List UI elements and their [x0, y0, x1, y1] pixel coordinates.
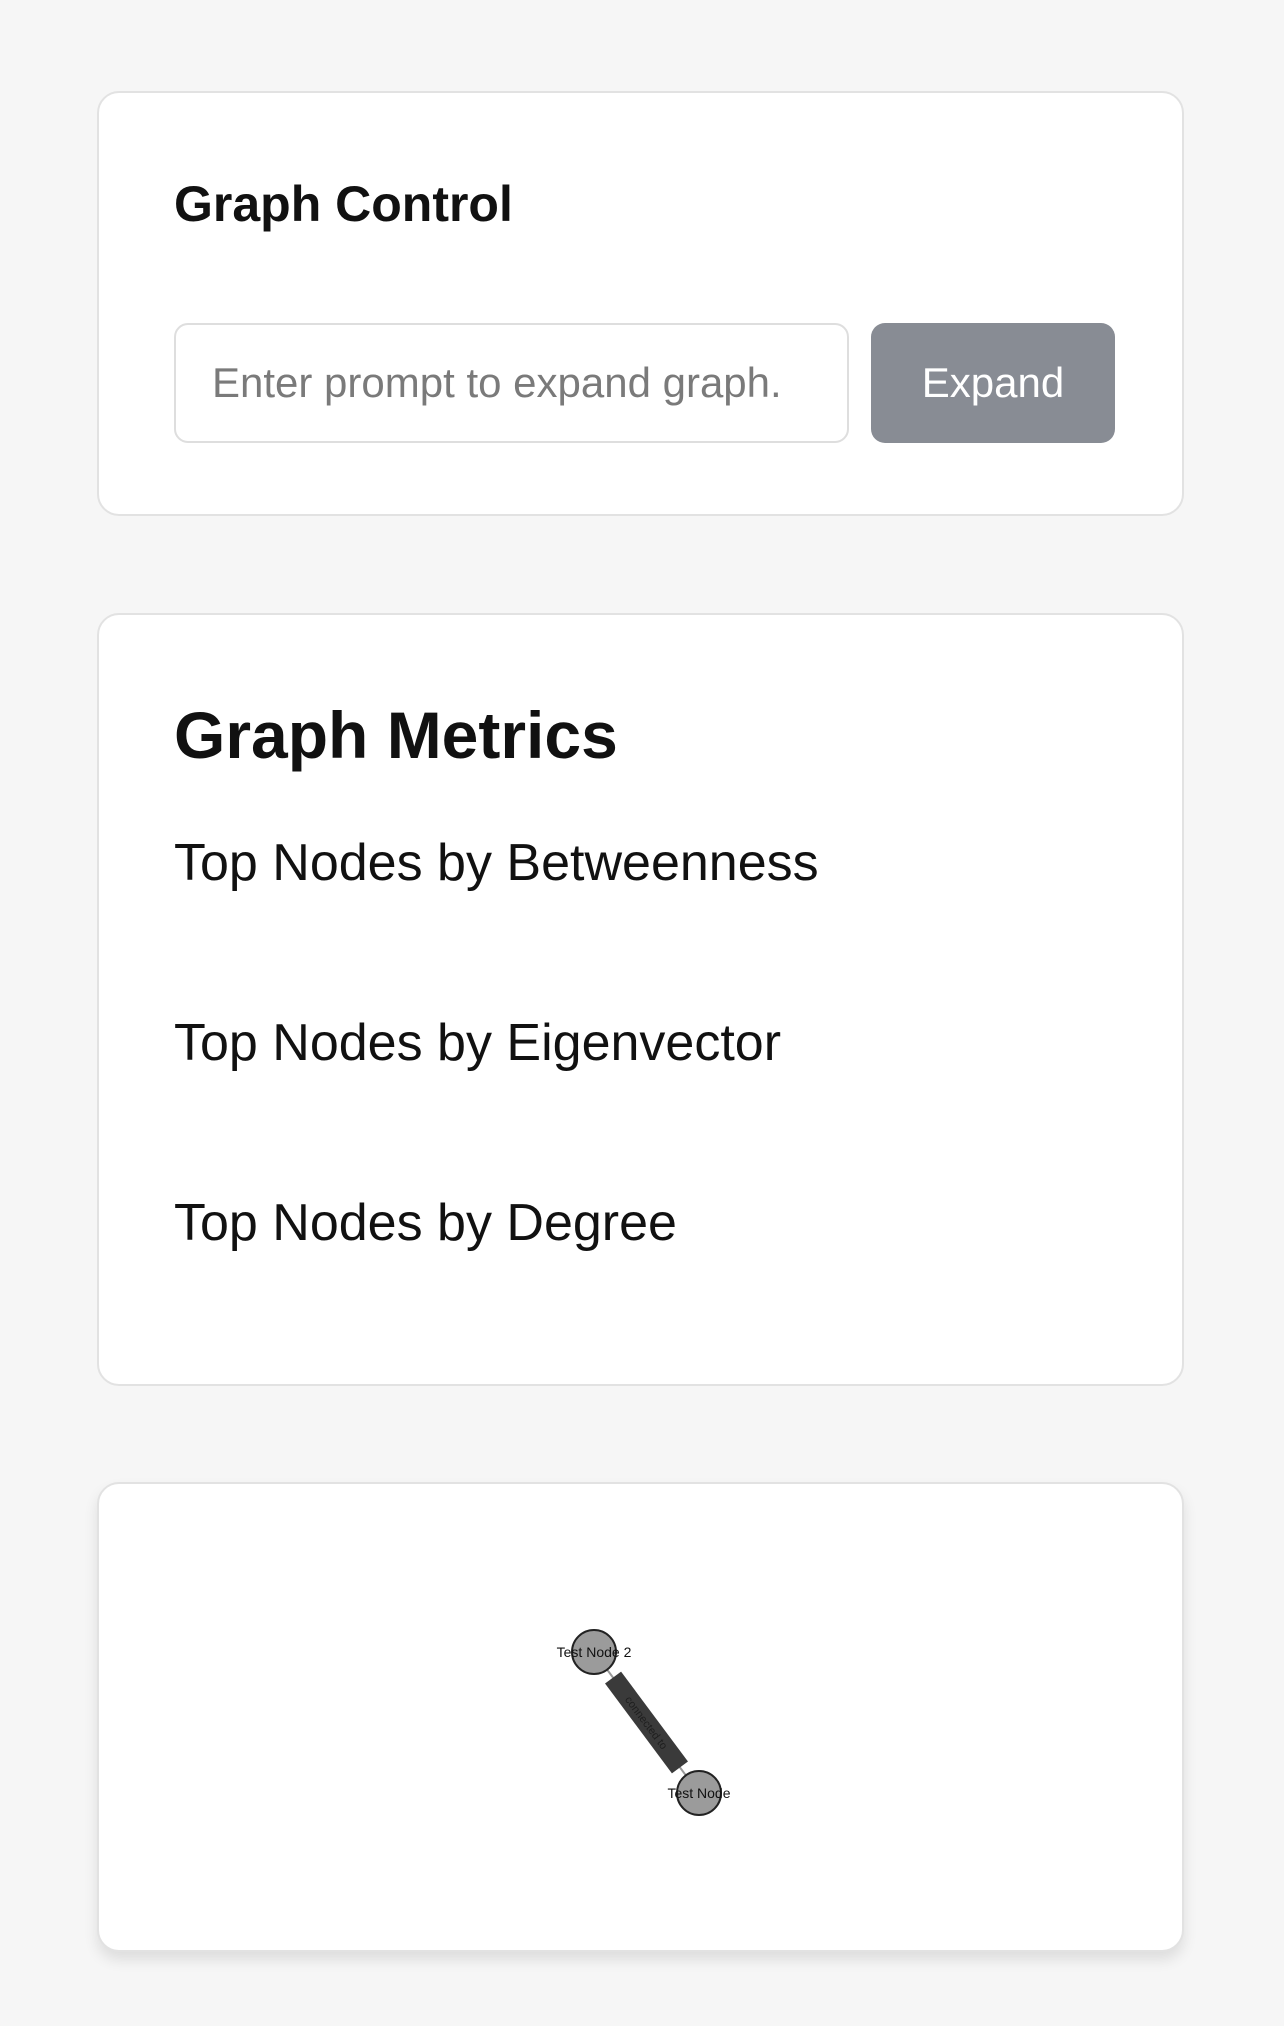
graph-node-label: Test Node — [667, 1785, 730, 1801]
graph-node-label: Test Node 2 — [557, 1644, 632, 1660]
graph-control-panel: Graph Control Expand — [97, 91, 1184, 516]
prompt-input[interactable] — [174, 323, 849, 443]
eigenvector-heading: Top Nodes by Eigenvector — [174, 1014, 782, 1072]
graph-control-title: Graph Control — [174, 176, 513, 232]
graph-metrics-title: Graph Metrics — [174, 698, 618, 772]
graph-edge-label: connected to — [605, 1671, 688, 1774]
graph-metrics-panel: Graph Metrics Top Nodes by Betweenness T… — [97, 613, 1184, 1386]
graph-node[interactable]: Test Node 2 — [557, 1629, 632, 1675]
betweenness-heading: Top Nodes by Betweenness — [174, 834, 819, 892]
edge-label-text: connected to — [622, 1694, 669, 1752]
expand-button[interactable]: Expand — [871, 323, 1115, 443]
degree-heading: Top Nodes by Degree — [174, 1194, 677, 1252]
graph-canvas[interactable]: connected to Test Node 2 Test Node — [99, 1484, 1182, 1950]
graph-visualization-panel: connected to Test Node 2 Test Node — [97, 1482, 1184, 1952]
graph-node[interactable]: Test Node — [667, 1770, 731, 1816]
